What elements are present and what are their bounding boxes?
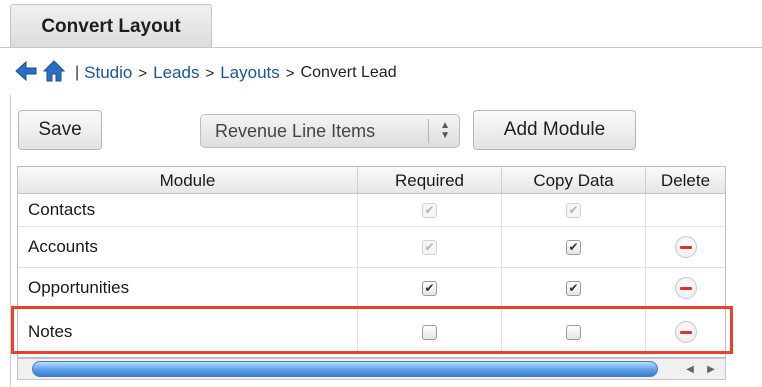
delete-cell [646,194,725,226]
table-row: Opportunities ✔ ✔ [18,268,725,309]
column-header-required[interactable]: Required [358,167,502,194]
module-name: Opportunities [18,268,358,308]
column-header-module[interactable]: Module [18,167,358,194]
breadcrumb-current: Convert Lead [300,64,397,81]
copy-data-checkbox[interactable]: ✔ [566,239,581,255]
module-select-value: Revenue Line Items [215,120,376,141]
breadcrumb-layouts[interactable]: Layouts [220,63,280,83]
required-checkbox[interactable]: ✔ [422,280,437,296]
breadcrumb-leads[interactable]: Leads [153,63,199,83]
delete-cell [646,268,725,308]
table-header: Module Required Copy Data Delete [18,167,725,194]
copy-data-cell: ✔ [502,194,646,226]
delete-cell [646,309,725,355]
minus-circle-icon[interactable] [674,236,697,258]
column-header-copy-data[interactable]: Copy Data [502,167,646,194]
copy-data-cell: ✔ [502,268,646,308]
breadcrumb-arrow: > [138,64,148,82]
tab-convert-layout[interactable]: Convert Layout [10,4,212,48]
save-button[interactable]: Save [18,110,102,150]
table-row: Accounts ✔ ✔ [18,227,725,268]
copy-data-cell: ✔ [502,227,646,267]
table-row: Notes [18,309,725,355]
tab-strip: Convert Layout [0,0,762,48]
minus-circle-icon[interactable] [674,277,697,299]
minus-circle-icon[interactable] [674,321,697,343]
updown-chevron-icon: ▲ ▼ [440,120,450,141]
module-name: Contacts [18,194,358,226]
required-checkbox[interactable] [422,324,437,340]
horizontal-scrollbar[interactable]: ◀ ▶ [17,358,726,380]
copy-data-checkbox[interactable]: ✔ [566,280,581,296]
delete-cell [646,227,725,267]
breadcrumb-studio[interactable]: Studio [84,63,132,83]
scroll-right-arrow-icon[interactable]: ▶ [702,360,720,378]
add-module-button[interactable]: Add Module [473,110,636,150]
module-name: Notes [18,309,358,355]
scroll-left-arrow-icon[interactable]: ◀ [681,360,699,378]
module-name: Accounts [18,227,358,267]
modules-table: Module Required Copy Data Delete Contact… [17,166,726,358]
module-select[interactable]: Revenue Line Items ▲ ▼ [200,114,460,148]
back-arrow-icon[interactable] [14,60,38,87]
scrollbar-thumb[interactable] [32,361,658,377]
breadcrumb: | Studio > Leads > Layouts > Convert Lea… [14,56,397,90]
vertical-scroll-track [725,194,726,358]
breadcrumb-separator: | [75,64,80,81]
copy-data-cell [502,309,646,355]
breadcrumb-arrow: > [205,64,215,82]
home-icon[interactable] [42,59,66,88]
column-header-delete[interactable]: Delete [646,167,725,194]
required-cell: ✔ [358,227,502,267]
select-divider [428,119,429,143]
breadcrumb-arrow: > [285,64,295,82]
table-row: Contacts ✔ ✔ [18,194,725,227]
required-checkbox: ✔ [422,202,437,218]
copy-data-checkbox[interactable] [566,324,581,340]
required-cell [358,309,502,355]
required-cell: ✔ [358,268,502,308]
tab-underline [0,47,762,48]
required-checkbox: ✔ [422,239,437,255]
copy-data-checkbox: ✔ [566,202,581,218]
required-cell: ✔ [358,194,502,226]
panel-left-border [10,95,11,387]
